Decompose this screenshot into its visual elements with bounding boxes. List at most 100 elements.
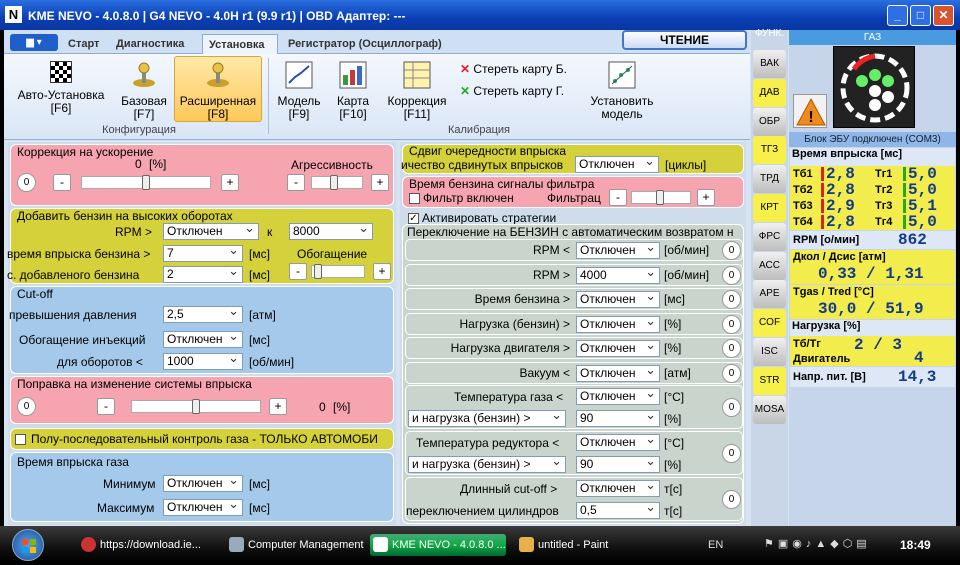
side-button[interactable]: КРТ xyxy=(753,194,786,222)
side-button[interactable]: ФРС xyxy=(753,222,786,251)
aggr-minus-button[interactable]: - xyxy=(287,174,305,191)
clock[interactable]: 18:49 xyxy=(900,534,931,556)
advanced-setup-button[interactable]: Расширенная [F8] xyxy=(174,56,262,122)
strategy-row-select[interactable]: 4000 xyxy=(576,266,660,284)
reducer-temp-load-select[interactable]: и нагрузка (бензин) > xyxy=(408,456,566,473)
cyl-switch-select[interactable]: 0,5 xyxy=(576,502,660,519)
semi-sequential-checkbox[interactable] xyxy=(15,434,26,445)
gas-temp-load-value[interactable]: 90 xyxy=(576,410,660,427)
accel-minus-button[interactable]: - xyxy=(53,174,71,191)
slider-thumb[interactable] xyxy=(142,175,150,190)
activate-strategies-checkbox[interactable]: ✓ xyxy=(408,213,419,224)
gas-temp-select[interactable]: Отключен xyxy=(576,388,660,405)
map-button[interactable]: Карта [F10] xyxy=(330,56,376,122)
added-petrol-select[interactable]: 2 xyxy=(163,266,243,283)
reducer-temp-select[interactable]: Отключен xyxy=(576,434,660,451)
aggr-slider[interactable] xyxy=(311,175,363,190)
side-button[interactable]: ТРД xyxy=(753,165,786,194)
tab-start[interactable]: Старт xyxy=(62,34,105,54)
gas-temp-load-select[interactable]: и нагрузка (бензин) > xyxy=(408,410,566,427)
side-button[interactable]: ДАВ xyxy=(753,78,786,107)
taskbar-item-computer-management[interactable]: Computer Management xyxy=(226,534,364,556)
injchange-slider[interactable] xyxy=(131,399,261,414)
reducer-temp-circle[interactable]: 0 xyxy=(722,444,741,463)
filter-enabled-checkbox[interactable] xyxy=(409,193,420,204)
accel-plus-button[interactable]: + xyxy=(221,174,239,191)
max-select[interactable]: Отключен xyxy=(163,499,243,516)
maximize-button[interactable]: □ xyxy=(910,5,931,26)
strategy-row-circle[interactable]: 0 xyxy=(722,363,741,383)
cutoff-rpm-select[interactable]: 1000 xyxy=(163,353,243,370)
side-button[interactable]: ТГЗ xyxy=(753,136,786,165)
strategy-row-select[interactable]: Отключен xyxy=(576,291,660,308)
side-button[interactable]: ISC xyxy=(753,338,786,366)
side-button[interactable]: ВАК xyxy=(753,50,786,78)
correction-button[interactable]: Коррекция [F11] xyxy=(382,56,452,122)
long-cutoff-select[interactable]: Отключен xyxy=(576,480,660,497)
basic-setup-button[interactable]: Базовая [F7] xyxy=(116,56,172,122)
close-button[interactable]: ✕ xyxy=(933,5,954,26)
tab-setup[interactable]: Установка xyxy=(202,34,278,54)
side-button[interactable]: АРЕ xyxy=(753,280,786,309)
enrich-slider[interactable] xyxy=(311,264,365,279)
auto-setup-button[interactable]: Авто-Установка [F6] xyxy=(8,56,114,122)
title-bar: N KME NEVO - 4.0.8.0 | G4 NEVO - 4.0H r1… xyxy=(0,0,960,30)
slider-thumb[interactable] xyxy=(314,264,322,279)
min-select[interactable]: Отключен xyxy=(163,475,243,492)
side-button[interactable]: MOSA xyxy=(753,395,786,424)
strategy-row-circle[interactable]: 0 xyxy=(722,265,741,285)
strategy-row-circle[interactable]: 0 xyxy=(722,290,741,309)
pressure-select[interactable]: 2,5 xyxy=(163,306,243,323)
strategy-row-select[interactable]: Отключен xyxy=(576,364,660,382)
strategy-row-select[interactable]: Отключен xyxy=(576,340,660,357)
injchange-plus-button[interactable]: + xyxy=(269,398,287,415)
taskbar-item-browser[interactable]: https://download.ie... xyxy=(78,534,212,556)
taskbar-item-kme-nevo[interactable]: KME NEVO - 4.0.8.0 ... xyxy=(370,534,506,556)
strategy-row-circle[interactable]: 0 xyxy=(722,339,741,358)
taskbar-item-paint[interactable]: untitled - Paint xyxy=(516,534,646,556)
strategy-row-label: Вакуум < xyxy=(519,365,570,380)
set-model-button[interactable]: Установить модель xyxy=(584,56,660,122)
language-indicator[interactable]: EN xyxy=(702,534,723,556)
enrich-minus-button[interactable]: - xyxy=(289,263,307,280)
injection-enrich-select[interactable]: Отключен xyxy=(163,331,243,348)
side-button[interactable]: STR xyxy=(753,366,786,395)
filter-slider[interactable] xyxy=(631,190,691,205)
aggr-plus-button[interactable]: + xyxy=(371,174,389,191)
injchange-reset-circle[interactable]: 0 xyxy=(17,397,36,416)
enrich-plus-button[interactable]: + xyxy=(373,263,391,280)
tab-diagnostics[interactable]: Диагностика xyxy=(110,34,190,54)
slider-thumb[interactable] xyxy=(656,190,664,205)
accel-reset-circle[interactable]: 0 xyxy=(17,173,36,192)
side-button[interactable]: АСС xyxy=(753,251,786,280)
gas-temp-circle[interactable]: 0 xyxy=(722,398,741,417)
rpm-threshold-select[interactable]: Отключен xyxy=(163,223,259,240)
erase-gas-map-button[interactable]: ✕ Стереть карту Г. xyxy=(460,84,564,98)
tab-recorder[interactable]: Регистратор (Осциллограф) xyxy=(282,34,448,54)
side-button[interactable]: ОБР xyxy=(753,107,786,136)
erase-petrol-map-button[interactable]: ✕ Стереть карту Б. xyxy=(460,62,567,76)
k-value-select[interactable]: 8000 xyxy=(289,223,373,240)
slider-thumb[interactable] xyxy=(330,175,338,190)
slider-thumb[interactable] xyxy=(192,399,200,414)
side-button[interactable]: ФУНК. xyxy=(753,26,786,42)
petrol-time-select[interactable]: 7 xyxy=(163,245,243,262)
strategy-row-select[interactable]: Отключен xyxy=(576,242,660,259)
strategy-row-select[interactable]: Отключен xyxy=(576,315,660,333)
model-button[interactable]: Модель [F9] xyxy=(274,56,324,122)
app-menu-button[interactable]: ▆ ▾ xyxy=(10,34,58,51)
start-button[interactable] xyxy=(12,529,44,561)
injchange-minus-button[interactable]: - xyxy=(97,398,115,415)
shift-count-select[interactable]: Отключен xyxy=(575,156,659,173)
side-button[interactable]: COF xyxy=(753,309,786,338)
system-tray-icons[interactable]: ⚑▣◉♪▲◆⬡▤ xyxy=(764,537,884,553)
strategy-row-circle[interactable]: 0 xyxy=(722,241,741,260)
minimize-button[interactable]: _ xyxy=(887,5,908,26)
reducer-temp-load-value[interactable]: 90 xyxy=(576,456,660,473)
filter-plus-button[interactable]: + xyxy=(697,189,715,206)
strategy-row-circle[interactable]: 0 xyxy=(722,314,741,334)
filter-minus-button[interactable]: - xyxy=(609,189,627,206)
read-button[interactable]: ЧТЕНИЕ xyxy=(622,30,747,50)
accel-slider[interactable] xyxy=(81,175,211,190)
long-cutoff-circle[interactable]: 0 xyxy=(722,490,741,509)
